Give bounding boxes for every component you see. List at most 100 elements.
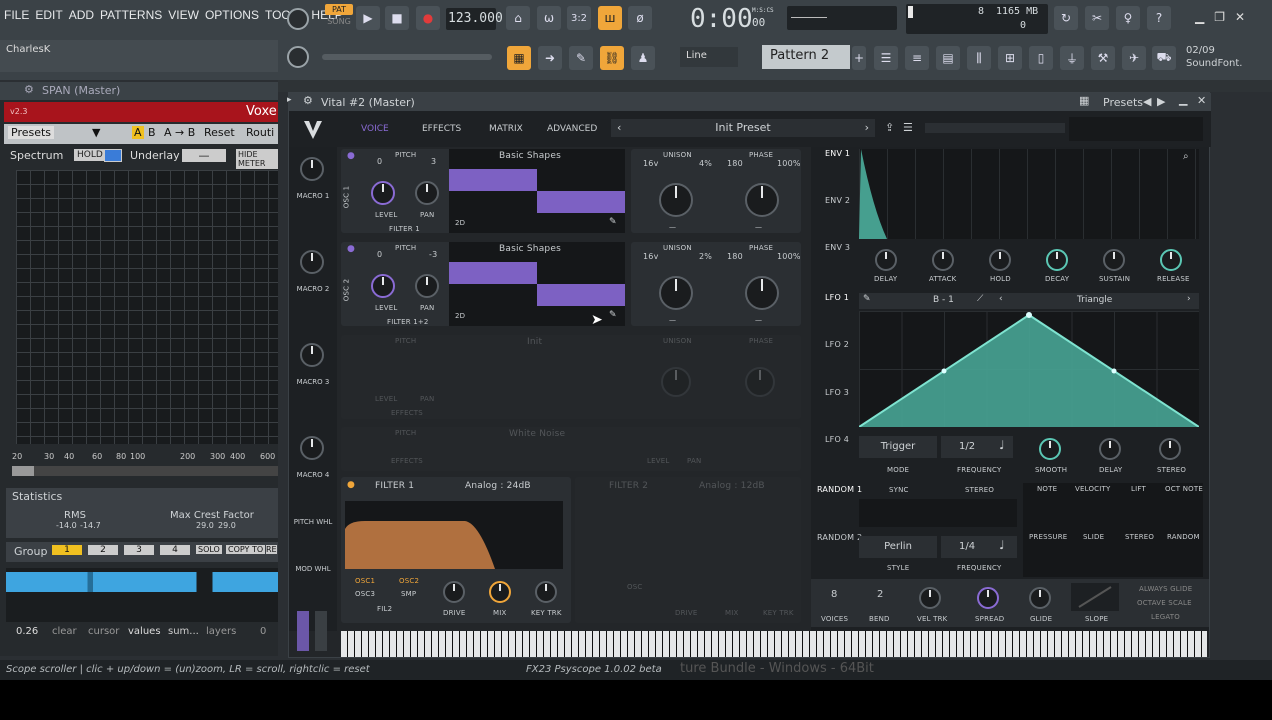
- group-2-button[interactable]: 2: [88, 545, 118, 555]
- pencil-button[interactable]: ✎: [569, 46, 593, 70]
- play-button[interactable]: ▶: [356, 6, 380, 30]
- filter-1-drive-knob[interactable]: [443, 581, 465, 603]
- osc-1-dimension[interactable]: 2D: [455, 219, 465, 227]
- osc-3-filter-destination[interactable]: EFFECTS: [391, 409, 423, 417]
- menu-add[interactable]: ADD: [69, 8, 94, 22]
- span-a-button[interactable]: A: [132, 126, 144, 139]
- random-graph[interactable]: [859, 499, 1017, 527]
- random-sync-button[interactable]: SYNC: [889, 486, 909, 494]
- chevron-right-icon[interactable]: ›: [865, 119, 869, 137]
- span-routing-button[interactable]: Routi: [246, 126, 274, 139]
- lfo-4-tab[interactable]: LFO 4: [825, 435, 849, 444]
- filter-1-mix-knob[interactable]: [489, 581, 511, 603]
- tab-effects[interactable]: EFFECTS: [422, 124, 461, 134]
- dropdown-icon[interactable]: ▼: [92, 126, 100, 139]
- osc-3-unison-knob[interactable]: [661, 367, 691, 397]
- osc-2-tune[interactable]: -3: [429, 250, 437, 259]
- osc-2-wavetable[interactable]: Basic Shapes 2D ✎ ➤: [449, 242, 625, 328]
- span-b-button[interactable]: B: [148, 126, 156, 139]
- tab-advanced[interactable]: ADVANCED: [547, 124, 597, 134]
- osc-1-tune[interactable]: 3: [431, 157, 436, 166]
- span-reset-button[interactable]: Reset: [204, 126, 235, 139]
- filter-1-response[interactable]: [345, 501, 563, 569]
- voices-value[interactable]: 8: [831, 589, 838, 600]
- pattern-selector[interactable]: Pattern 2: [762, 45, 850, 69]
- link-button[interactable]: ⛓: [600, 46, 624, 70]
- osc-1-transpose[interactable]: 0: [377, 157, 382, 166]
- osc-1-unison-voices[interactable]: 16v: [643, 159, 659, 168]
- macro-4-knob[interactable]: [300, 436, 324, 460]
- osc-2-phase-value[interactable]: 180: [727, 252, 743, 261]
- stamp-button[interactable]: ♟: [631, 46, 655, 70]
- mod-source-random[interactable]: RANDOM: [1167, 533, 1200, 541]
- bend-value[interactable]: 2: [877, 589, 884, 600]
- osc-1-wavetable[interactable]: Basic Shapes 2D ✎: [449, 149, 625, 233]
- spectrum-graph[interactable]: [16, 170, 278, 444]
- osc-2-dimension[interactable]: 2D: [455, 312, 465, 320]
- copy-to-button[interactable]: COPY TO: [226, 545, 266, 554]
- group-4-button[interactable]: 4: [160, 545, 190, 555]
- filter-1-osc1-input[interactable]: OSC1: [355, 577, 375, 585]
- filter-1-osc2-input[interactable]: OSC2: [399, 577, 419, 585]
- minimize-icon[interactable]: ▁: [1179, 93, 1187, 106]
- osc-1-filter-destination[interactable]: FILTER 1: [389, 225, 420, 233]
- menu-edit[interactable]: EDIT: [35, 8, 62, 22]
- macro-2-knob[interactable]: [300, 250, 324, 274]
- sample-filter-destination[interactable]: EFFECTS: [391, 457, 423, 465]
- pitch-wheel[interactable]: [297, 611, 309, 651]
- smooth-icon[interactable]: ⟋: [977, 294, 983, 304]
- osc-1-phase-knob[interactable]: [745, 183, 779, 217]
- gear-icon[interactable]: ⚙: [24, 83, 34, 96]
- scope-values-button[interactable]: values: [128, 626, 161, 637]
- filter-2-osc-input[interactable]: OSC: [627, 583, 642, 591]
- filter-2-type[interactable]: Analog : 12dB: [699, 481, 765, 491]
- spread-knob[interactable]: [977, 587, 999, 609]
- zoom-icon[interactable]: ⌕: [1183, 151, 1189, 162]
- osc-1-unison-knob[interactable]: [659, 183, 693, 217]
- gear-icon[interactable]: ⚙: [303, 94, 313, 107]
- metronome-button[interactable]: ⌂: [506, 6, 530, 30]
- wait-record-button[interactable]: ω: [537, 6, 561, 30]
- filter-1-fil2-input[interactable]: FIL2: [377, 605, 392, 613]
- osc-2-unison-detune[interactable]: 2%: [699, 252, 712, 261]
- countdown-button[interactable]: 3:2: [567, 6, 591, 30]
- macro-3-knob[interactable]: [300, 343, 324, 367]
- span-presets-button[interactable]: Presets: [8, 126, 55, 139]
- prev-preset-icon[interactable]: ◀: [1143, 95, 1151, 108]
- slope-editor[interactable]: [1071, 583, 1119, 611]
- env-sustain-knob[interactable]: [1103, 249, 1125, 271]
- mod-wheel[interactable]: [315, 611, 327, 651]
- osc-1-pan-knob[interactable]: [415, 181, 439, 205]
- octave-scale-toggle[interactable]: OCTAVE SCALE: [1137, 599, 1192, 607]
- osc-3-wavetable-name[interactable]: Init: [527, 337, 542, 347]
- record-button[interactable]: ●: [416, 6, 440, 30]
- loop-record-button[interactable]: ø: [628, 6, 652, 30]
- osc-2-pan-knob[interactable]: [415, 274, 439, 298]
- scope-sum-button[interactable]: sum...: [168, 626, 199, 637]
- preset-selector[interactable]: ‹ Init Preset ›: [611, 119, 875, 137]
- osc-2-stereo-select[interactable]: —: [669, 316, 676, 324]
- osc-3-phase-knob[interactable]: [745, 367, 775, 397]
- env-1-graph[interactable]: ⌕: [859, 149, 1199, 239]
- osc-2-filter-destination[interactable]: FILTER 1+2: [387, 318, 429, 326]
- lfo-grid-select[interactable]: B - 1: [933, 295, 954, 305]
- env-2-tab[interactable]: ENV 2: [825, 196, 850, 205]
- chevron-right-icon[interactable]: ›: [1187, 294, 1191, 304]
- scope-layers-button[interactable]: layers: [206, 626, 236, 637]
- lfo-3-tab[interactable]: LFO 3: [825, 388, 849, 397]
- lfo-1-graph[interactable]: [858, 311, 1200, 428]
- sample-name[interactable]: White Noise: [509, 429, 565, 439]
- pat-song-toggle[interactable]: PAT SONG: [325, 4, 353, 32]
- menu-options[interactable]: OPTIONS: [205, 8, 259, 22]
- menu-patterns[interactable]: PATTERNS: [100, 8, 162, 22]
- menu-file[interactable]: FILE: [4, 8, 29, 22]
- mod-source-stereo[interactable]: STEREO: [1125, 533, 1154, 541]
- tempo-display[interactable]: 123.000: [446, 8, 503, 30]
- piano-keyboard[interactable]: [341, 631, 1207, 657]
- chevron-left-icon[interactable]: ‹: [617, 119, 621, 137]
- mixer-button[interactable]: ⫼: [967, 46, 991, 70]
- pitch-slider[interactable]: [322, 54, 492, 60]
- env-attack-knob[interactable]: [932, 249, 954, 271]
- mod-source-lift[interactable]: LIFT: [1131, 485, 1146, 493]
- macro-1-knob[interactable]: [300, 157, 324, 181]
